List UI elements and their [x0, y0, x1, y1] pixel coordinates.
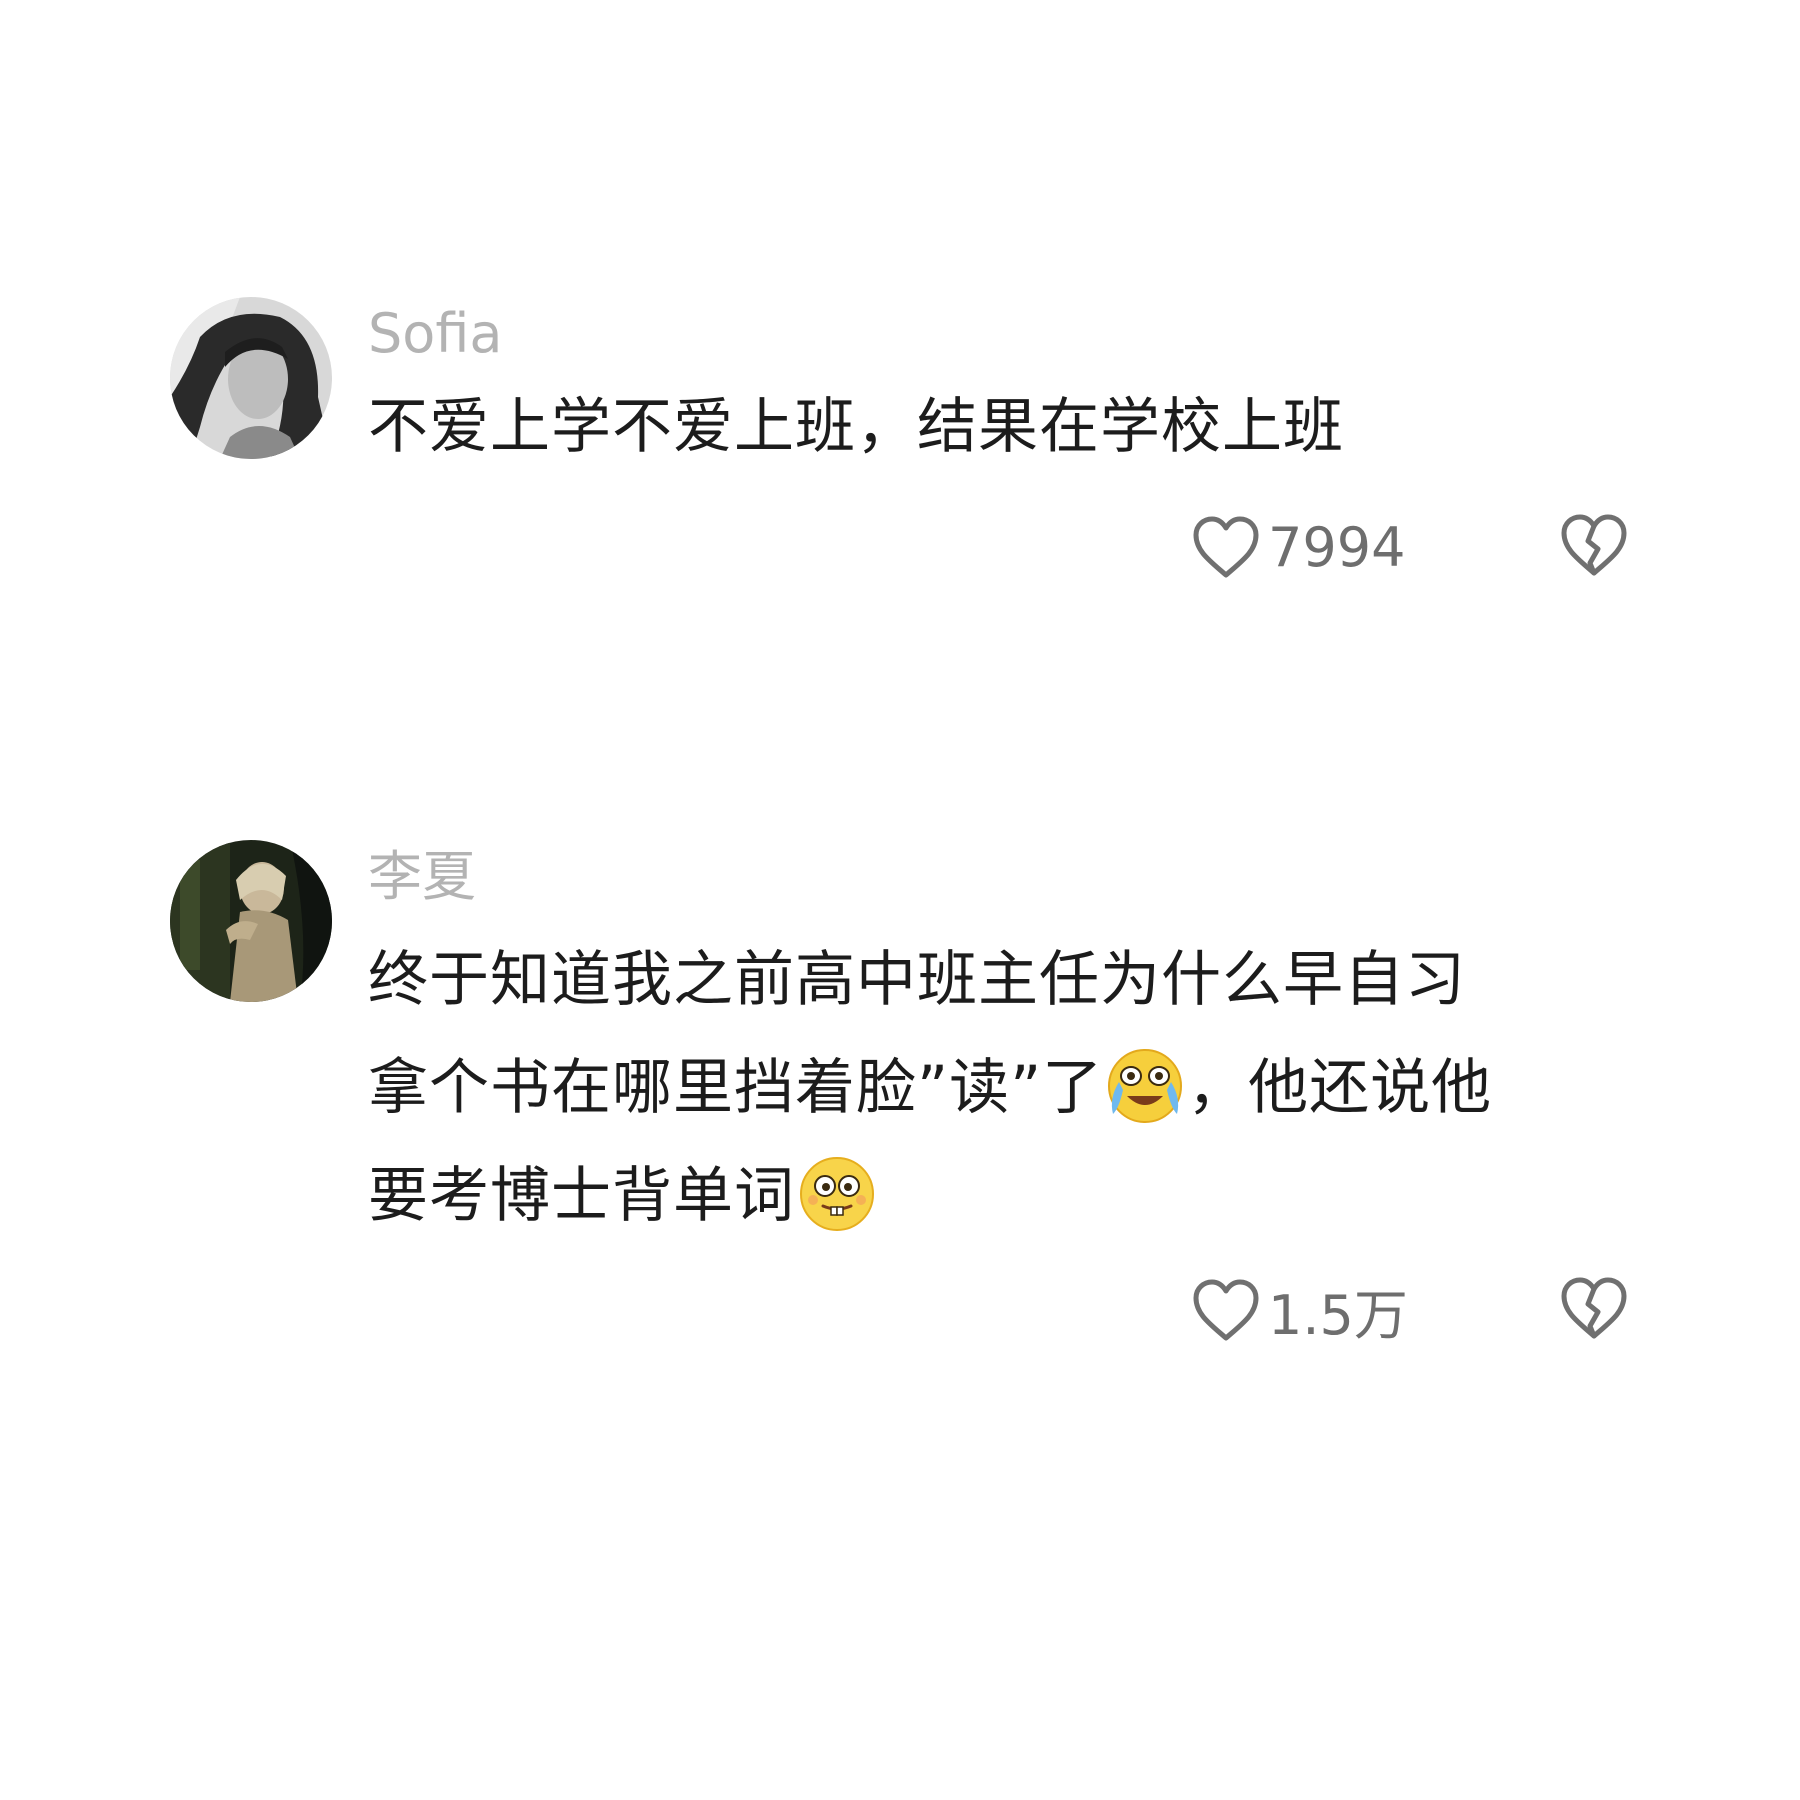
comment-text-segment: 拿个书在哪里挡着脸”读”了: [368, 1053, 1104, 1123]
buck-teeth-emoji-icon: [795, 1150, 879, 1234]
dislike-button[interactable]: [1558, 1274, 1630, 1342]
comment-text-segment: ，他还说他: [1187, 1053, 1493, 1123]
comment-text: 终于知道我之前高中班主任为什么早自习 拿个书在哪里挡着脸”读”了 ，他还说他 要…: [368, 926, 1630, 1250]
broken-heart-icon: [1561, 514, 1627, 576]
like-count: 7994: [1268, 515, 1406, 579]
dislike-button[interactable]: [1558, 511, 1630, 579]
heart-outline-icon: [1193, 516, 1259, 578]
avatar[interactable]: [170, 297, 332, 459]
like-count: 1.5万: [1268, 1283, 1408, 1347]
user-avatar-image: [170, 840, 332, 1002]
like-button[interactable]: 7994: [1190, 507, 1405, 587]
username[interactable]: 李夏: [368, 846, 1630, 908]
heart-outline-icon: [1193, 1279, 1259, 1341]
comment-body: 李夏 终于知道我之前高中班主任为什么早自习 拿个书在哪里挡着脸”读”了 ，他还说…: [368, 840, 1630, 1250]
username[interactable]: Sofia: [368, 303, 1630, 365]
comment-text: 不爱上学不爱上班，结果在学校上班: [368, 392, 1344, 462]
user-avatar-image: [170, 297, 332, 459]
crying-laughing-emoji-icon: [1103, 1042, 1187, 1126]
comment-actions: 7994: [1190, 507, 1630, 587]
broken-heart-icon: [1561, 1277, 1627, 1339]
comment-body: Sofia 不爱上学不爱上班，结果在学校上班: [368, 297, 1630, 475]
comment-actions: 1.5万: [1190, 1270, 1630, 1350]
like-button[interactable]: 1.5万: [1190, 1270, 1408, 1350]
comment-text-line: 要考博士背单词: [368, 1161, 795, 1231]
comment-list: Sofia 不爱上学不爱上班，结果在学校上班 7994 李夏 终于知道我之前高中…: [0, 0, 1800, 1800]
comment-text-line: 终于知道我之前高中班主任为什么早自习: [368, 945, 1466, 1015]
avatar[interactable]: [170, 840, 332, 1002]
